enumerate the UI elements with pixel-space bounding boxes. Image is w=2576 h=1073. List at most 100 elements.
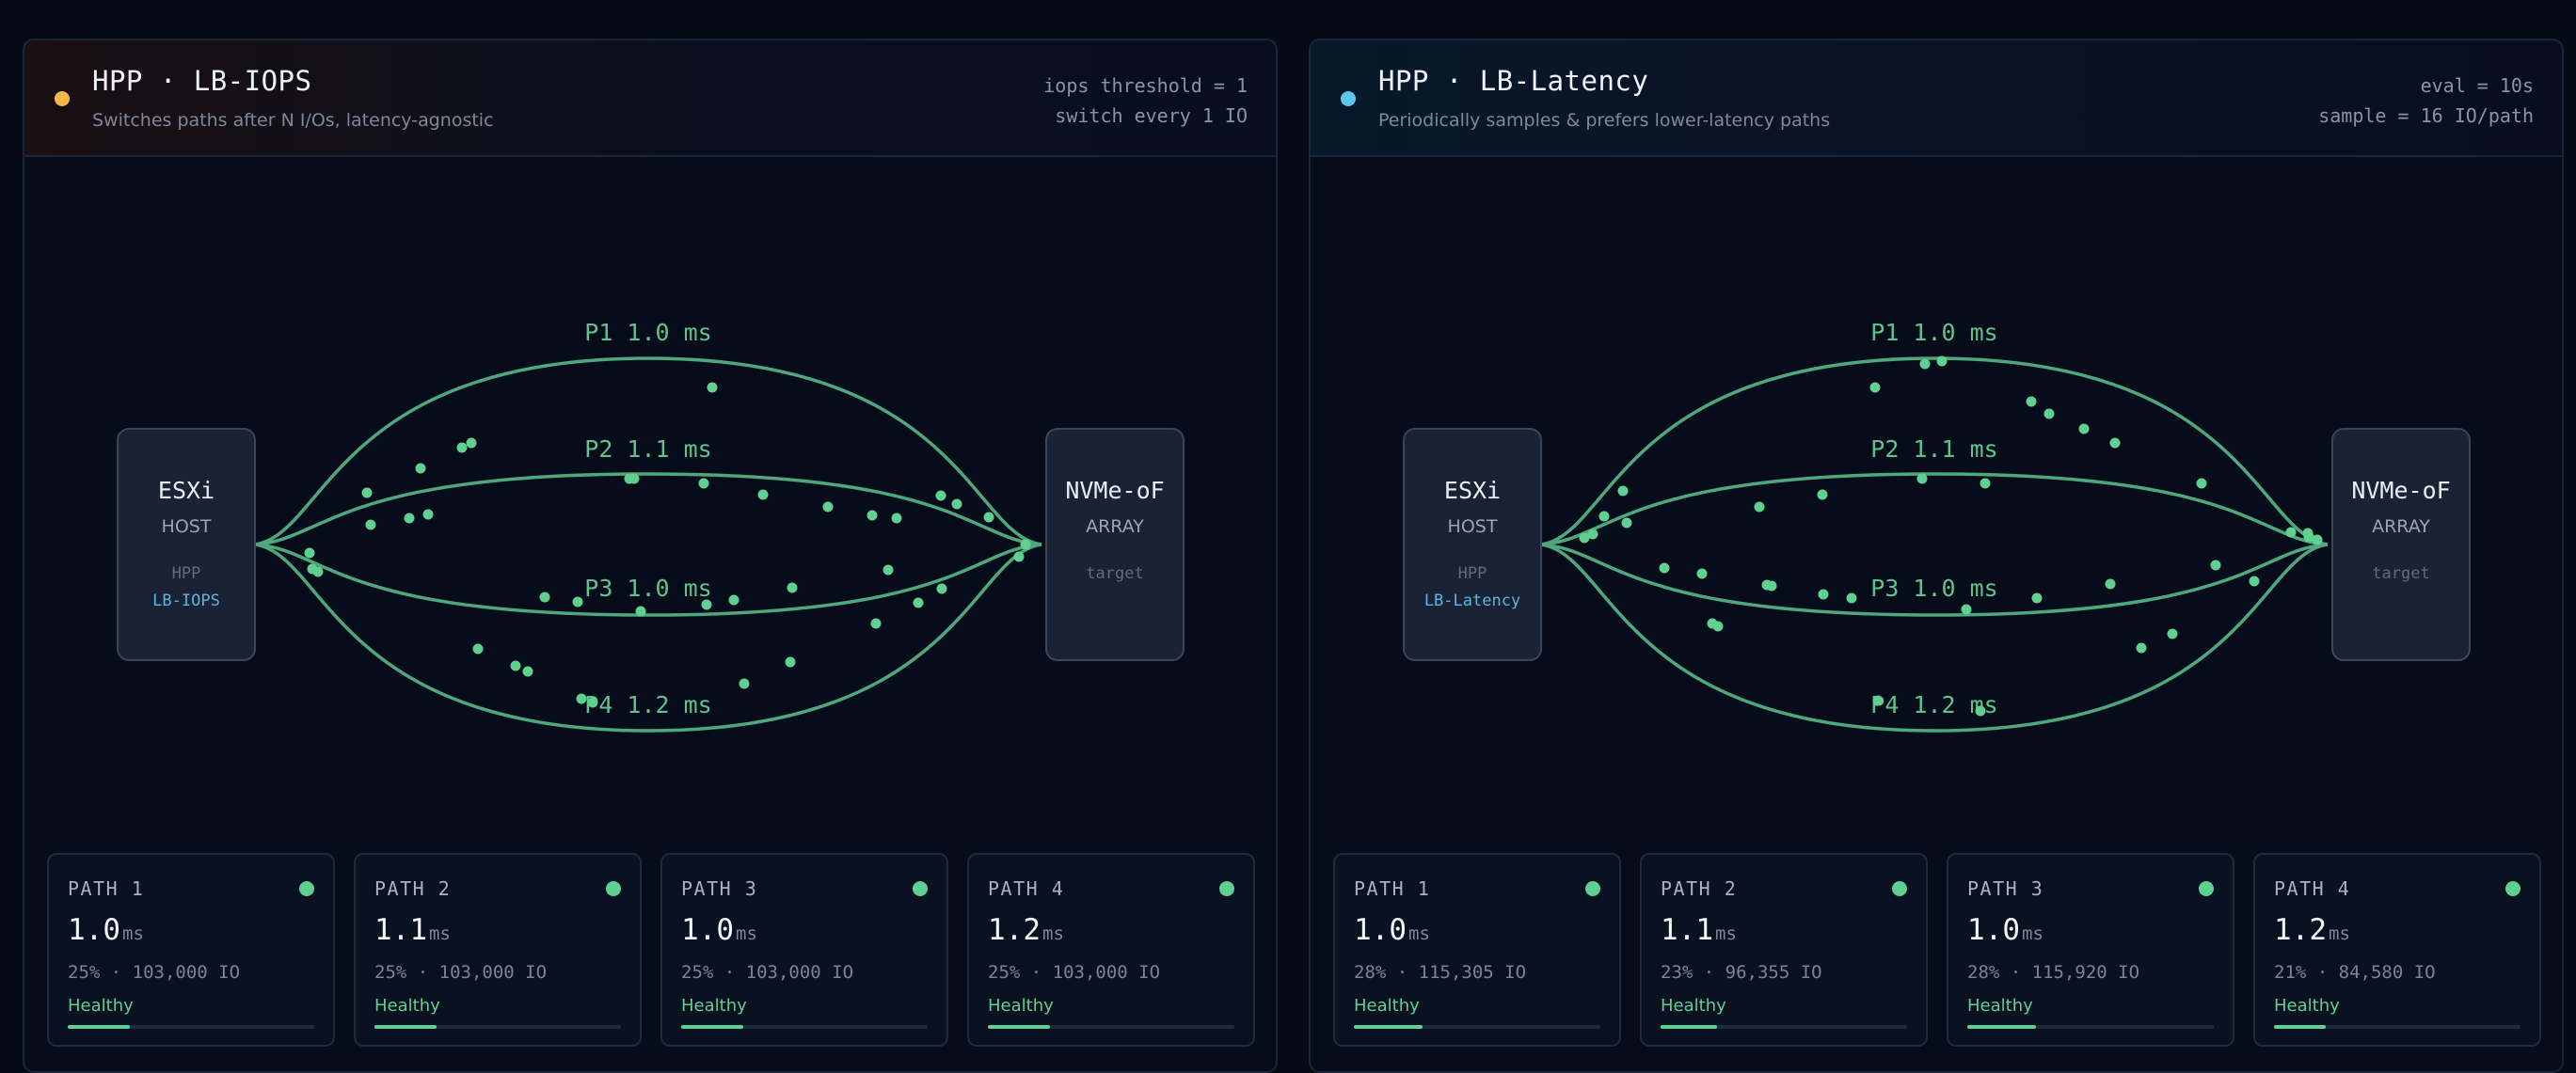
path-card-4[interactable]: PATH 4 1.2 ms 21% · 84,580 IO Healthy — [2253, 853, 2541, 1047]
path-curves — [1540, 356, 2329, 733]
io-share-stats: 25% · 103,000 IO — [988, 962, 1161, 983]
io-packet — [1916, 473, 1928, 484]
io-packet — [1020, 539, 1031, 550]
host-policy: LB-Latency — [1424, 592, 1520, 610]
io-packet — [539, 592, 550, 603]
io-packet — [2026, 396, 2037, 407]
card-name: PATH 1 — [1354, 877, 1431, 900]
array-title: NVMe-oF — [2351, 477, 2450, 504]
io-packet — [576, 693, 587, 704]
io-packet — [739, 678, 750, 689]
io-packet — [572, 596, 583, 608]
io-packet — [628, 473, 640, 484]
array-box — [2331, 428, 2471, 661]
param-line: sample = 16 IO/path — [2318, 104, 2534, 127]
io-packets — [304, 382, 1031, 708]
io-packet — [2312, 534, 2323, 545]
io-share-stats: 25% · 103,000 IO — [68, 962, 241, 983]
lb-latency-panel: HPP · LB-Latency Periodically samples & … — [1309, 39, 2564, 1073]
array-title: NVMe-oF — [1065, 477, 1164, 504]
card-name: PATH 3 — [1967, 877, 2044, 900]
io-packet — [870, 618, 882, 629]
io-packet — [1659, 562, 1670, 574]
card-name: PATH 3 — [681, 877, 758, 900]
path-cards: PATH 1 1.0 ms 28% · 115,305 IO Healthy PA… — [1333, 853, 2541, 1050]
share-bar-fill — [374, 1025, 437, 1029]
path-card-3[interactable]: PATH 3 1.0 ms 25% · 103,000 IO Healthy — [660, 853, 948, 1047]
io-packet — [1846, 592, 1857, 604]
path-curves — [254, 356, 1042, 733]
path-label-p4: P4 1.2 ms — [584, 691, 711, 718]
health-status: Healthy — [1967, 996, 2033, 1016]
host-policy: LB-IOPS — [152, 592, 220, 610]
io-packet — [1980, 478, 1991, 489]
health-dot — [913, 881, 928, 896]
io-packet — [2167, 628, 2178, 639]
io-packet — [415, 463, 426, 474]
share-bar-fill — [681, 1025, 743, 1029]
io-packet — [466, 437, 477, 449]
io-share-stats: 21% · 84,580 IO — [2274, 962, 2436, 983]
io-packet — [2031, 592, 2043, 604]
io-packet — [983, 512, 994, 523]
path-card-1[interactable]: PATH 1 1.0 ms 28% · 115,305 IO Healthy — [1333, 853, 1621, 1047]
path-card-3[interactable]: PATH 3 1.0 ms 28% · 115,920 IO Healthy — [1947, 853, 2234, 1047]
card-name: PATH 2 — [374, 877, 452, 900]
array-sub: ARRAY — [1086, 516, 1144, 537]
policy-params: iops threshold = 1 switch every 1 IO — [1043, 71, 1248, 131]
path-2-line — [1540, 472, 2329, 546]
host-box — [1403, 428, 1542, 661]
host-plugin: HPP — [1458, 564, 1487, 583]
host-plugin: HPP — [172, 564, 201, 583]
card-name: PATH 1 — [68, 877, 145, 900]
latency-unit: ms — [2022, 923, 2043, 944]
io-packet — [2285, 527, 2297, 538]
path-card-1[interactable]: PATH 1 1.0 ms 25% · 103,000 IO Healthy — [47, 853, 335, 1047]
share-bar — [374, 1025, 621, 1029]
path-label-p2: P2 1.1 ms — [1870, 435, 1997, 463]
io-packet — [1754, 501, 1765, 513]
param-line: eval = 10s — [2420, 74, 2534, 97]
host-node: ESXi HOST HPP LB-IOPS — [117, 428, 256, 661]
status-dot — [1341, 91, 1356, 106]
io-packet — [1617, 485, 1629, 497]
health-status: Healthy — [1354, 996, 1420, 1016]
io-packet — [757, 489, 769, 500]
share-bar-fill — [2274, 1025, 2327, 1029]
path-2-line — [254, 472, 1042, 546]
multipath-diagram: P1 1.0 ms P2 1.1 ms P3 1.0 ms P4 1.2 ms — [24, 159, 1276, 836]
io-packet — [1712, 621, 1724, 632]
io-packet — [822, 501, 834, 513]
card-name: PATH 4 — [2274, 877, 2351, 900]
io-packet — [456, 442, 468, 453]
latency-value: 1.0 ms — [1354, 913, 1430, 947]
latency-value: 1.0 ms — [1967, 913, 2043, 947]
array-node: NVMe-oF ARRAY target — [2331, 428, 2471, 661]
io-packet — [1961, 604, 1972, 615]
latency-unit: ms — [736, 923, 757, 944]
io-packet — [510, 660, 521, 671]
share-bar-fill — [68, 1025, 130, 1029]
path-diagram-svg: P1 1.0 ms P2 1.1 ms P3 1.0 ms P4 1.2 ms — [1403, 319, 2471, 733]
path-card-4[interactable]: PATH 4 1.2 ms 25% · 103,000 IO Healthy — [967, 853, 1255, 1047]
multipath-diagram: P1 1.0 ms P2 1.1 ms P3 1.0 ms P4 1.2 ms — [1311, 159, 2562, 836]
path-card-2[interactable]: PATH 2 1.1 ms 25% · 103,000 IO Healthy — [354, 853, 642, 1047]
latency-number: 1.2 — [988, 913, 1041, 947]
health-status: Healthy — [681, 996, 747, 1016]
io-packet — [2249, 576, 2260, 587]
share-bar — [988, 1025, 1234, 1029]
io-packet — [1872, 695, 1884, 706]
share-bar — [1967, 1025, 2214, 1029]
host-sub: HOST — [162, 516, 212, 537]
io-packet — [951, 498, 962, 510]
io-packet — [1869, 382, 1881, 393]
array-target: target — [1086, 564, 1143, 583]
io-packet — [361, 487, 373, 498]
io-share-stats: 23% · 96,355 IO — [1661, 962, 1822, 983]
io-packet — [365, 519, 376, 530]
path-card-2[interactable]: PATH 2 1.1 ms 23% · 96,355 IO Healthy — [1640, 853, 1928, 1047]
path-labels: P1 1.0 ms P2 1.1 ms P3 1.0 ms P4 1.2 ms — [1870, 319, 1997, 718]
array-node: NVMe-oF ARRAY target — [1045, 428, 1185, 661]
io-packet — [1696, 568, 1708, 579]
io-packet — [312, 566, 324, 577]
